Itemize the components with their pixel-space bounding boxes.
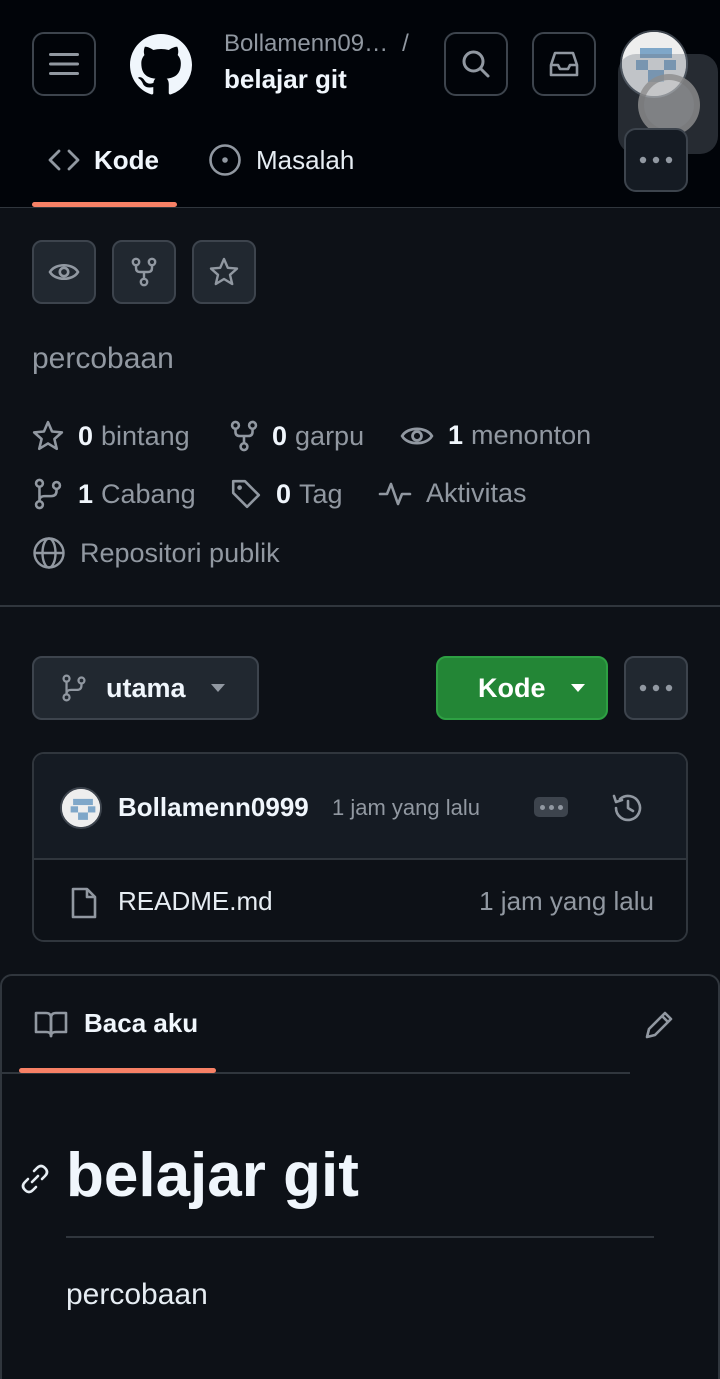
more-options-button[interactable] bbox=[624, 656, 688, 720]
issue-icon bbox=[209, 144, 241, 176]
fork-icon bbox=[131, 257, 157, 287]
repo-name-link[interactable]: belajar git bbox=[224, 64, 347, 95]
branch-icon bbox=[62, 674, 86, 702]
branches-link[interactable]: 1 Cabang bbox=[32, 478, 196, 510]
tab-issues[interactable]: Masalah bbox=[208, 138, 354, 182]
book-icon bbox=[34, 1011, 68, 1037]
active-tab-indicator bbox=[32, 202, 177, 207]
identicon-icon bbox=[62, 789, 100, 827]
tags-label: Tag bbox=[299, 478, 343, 509]
latest-commit-row: Bollamenn0999 1 jam yang lalu bbox=[34, 754, 686, 860]
branch-selector[interactable]: utama bbox=[32, 656, 259, 720]
hamburger-menu-icon bbox=[49, 53, 79, 75]
readme-body: percobaan bbox=[66, 1278, 208, 1311]
menu-button[interactable] bbox=[32, 32, 96, 96]
edit-readme-button[interactable] bbox=[642, 1008, 676, 1042]
fork-icon bbox=[230, 420, 258, 452]
code-icon bbox=[48, 149, 80, 171]
forks-link[interactable]: 0 garpu bbox=[230, 420, 364, 452]
watchers-count: 1 bbox=[448, 420, 464, 450]
file-row[interactable]: README.md 1 jam yang lalu bbox=[34, 862, 686, 940]
globe-icon bbox=[33, 537, 65, 569]
readme-tab[interactable]: Baca aku bbox=[34, 1008, 198, 1039]
caret-down-icon bbox=[210, 684, 225, 692]
more-tabs-button[interactable] bbox=[624, 128, 688, 192]
file-list-box: Bollamenn0999 1 jam yang lalu README.md … bbox=[32, 752, 688, 942]
visibility-info: Repositori publik bbox=[32, 536, 280, 570]
watch-button[interactable] bbox=[32, 240, 96, 304]
tags-count: 0 bbox=[276, 478, 292, 509]
kebab-icon bbox=[639, 156, 673, 164]
history-icon[interactable] bbox=[610, 790, 646, 826]
heading-anchor-link[interactable] bbox=[18, 1162, 52, 1196]
tab-code-label: Kode bbox=[94, 144, 159, 175]
file-icon bbox=[70, 886, 98, 920]
commit-message-toggle[interactable] bbox=[534, 797, 568, 817]
commit-author[interactable]: Bollamenn0999 bbox=[118, 792, 309, 823]
search-icon bbox=[462, 50, 490, 78]
branches-label: Cabang bbox=[101, 478, 196, 509]
github-logo-icon[interactable] bbox=[130, 34, 192, 96]
stars-count: 0 bbox=[78, 420, 94, 451]
section-divider bbox=[0, 605, 720, 607]
repo-description: percobaan bbox=[32, 342, 174, 375]
floating-assist-dot[interactable] bbox=[638, 74, 700, 136]
file-name[interactable]: README.md bbox=[118, 886, 273, 917]
forks-count: 0 bbox=[272, 420, 288, 451]
tag-icon bbox=[231, 479, 261, 509]
star-button[interactable] bbox=[192, 240, 256, 304]
breadcrumb-owner[interactable]: Bollamenn09… / bbox=[224, 30, 409, 58]
kebab-icon bbox=[639, 684, 673, 692]
tags-link[interactable]: 0 Tag bbox=[230, 478, 343, 510]
forks-label: garpu bbox=[295, 420, 365, 451]
commit-time: 1 jam yang lalu bbox=[332, 795, 480, 820]
stars-label: bintang bbox=[101, 420, 190, 451]
eye-icon bbox=[400, 426, 434, 445]
pencil-icon bbox=[645, 1011, 673, 1039]
activity-link[interactable]: Aktivitas bbox=[378, 478, 527, 509]
readme-heading: belajar git bbox=[66, 1141, 359, 1210]
stars-link[interactable]: 0 bintang bbox=[32, 420, 190, 452]
tab-code[interactable]: Kode bbox=[48, 138, 159, 182]
inbox-button[interactable] bbox=[532, 32, 596, 96]
link-icon bbox=[21, 1164, 49, 1194]
fork-button[interactable] bbox=[112, 240, 176, 304]
readme-tab-label: Baca aku bbox=[84, 1008, 199, 1038]
star-icon bbox=[32, 420, 64, 451]
eye-icon bbox=[48, 263, 80, 281]
watchers-label: menonton bbox=[471, 420, 592, 450]
inbox-icon bbox=[549, 51, 579, 77]
branch-icon bbox=[34, 478, 62, 510]
file-time: 1 jam yang lalu bbox=[479, 886, 654, 916]
branch-name: utama bbox=[106, 672, 186, 703]
commit-author-avatar[interactable] bbox=[60, 787, 102, 829]
caret-down-icon bbox=[570, 684, 585, 692]
code-button-label: Kode bbox=[478, 672, 546, 703]
owner-name[interactable]: Bollamenn09… bbox=[224, 30, 388, 57]
breadcrumb-separator: / bbox=[402, 30, 409, 57]
visibility-label: Repositori publik bbox=[80, 537, 280, 568]
code-dropdown-button[interactable]: Kode bbox=[436, 656, 608, 720]
readme-tab-indicator bbox=[19, 1068, 216, 1073]
search-button[interactable] bbox=[444, 32, 508, 96]
star-icon bbox=[209, 257, 239, 286]
heading-rule bbox=[66, 1236, 654, 1238]
pulse-icon bbox=[378, 482, 412, 505]
tab-issues-label: Masalah bbox=[256, 144, 355, 175]
watchers-link[interactable]: 1 menonton bbox=[400, 420, 591, 451]
branches-count: 1 bbox=[78, 478, 94, 509]
activity-label: Aktivitas bbox=[426, 478, 527, 508]
